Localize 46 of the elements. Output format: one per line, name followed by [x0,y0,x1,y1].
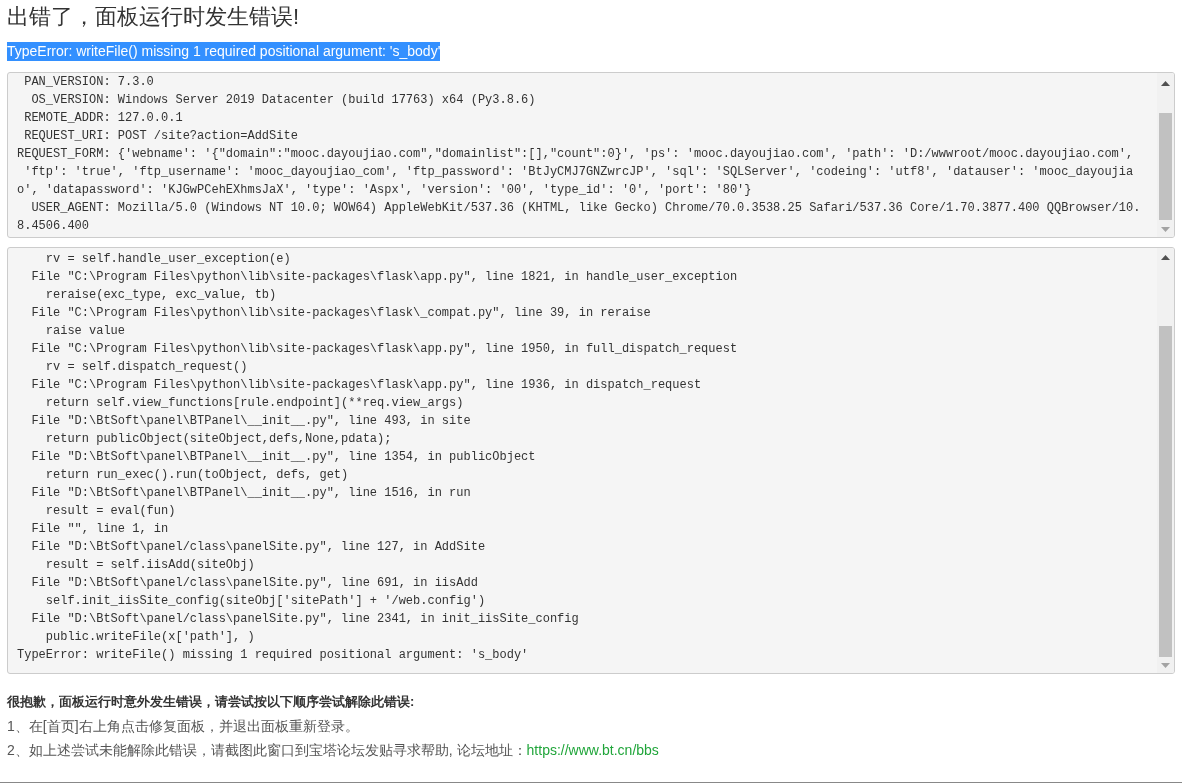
scroll-down-icon[interactable] [1161,227,1170,233]
code-line: OS_VERSION: Windows Server 2019 Datacenter (build 17763) x64 (Py3.8.6) [30,92,536,109]
code-line: return publicObject(siteObject,defs,None,pdata); [44,431,392,448]
code-line: File "C:\Program Files\python\lib\site-packages\flask\_compat.py", line 39, in reraise [30,305,651,322]
forum-link[interactable]: https://www.bt.cn/bbs [526,741,659,759]
code-line: File "D:\BtSoft\panel\BTPanel\__init__.py", line 1354, in publicObject [30,449,536,466]
help-step: 2、如上述尝试未能解除此错误，请截图此窗口到宝塔论坛发贴寻求帮助, 论坛地址： [7,741,527,759]
code-line: File "", line 1, in [30,521,169,538]
scroll-down-icon[interactable] [1161,663,1170,669]
code-line: result = eval(fun) [44,503,176,520]
code-line: result = self.iisAdd(siteObj) [44,557,255,574]
code-line: File "D:\BtSoft\panel/class\panelSite.py", line 2341, in init_iisSite_config [30,611,579,628]
code-line: return run_exec().run(toObject, defs, get) [44,467,349,484]
code-line: raise value [44,323,126,340]
code-line: rv = self.handle_user_exception(e) [44,251,291,268]
code-line: self.init_iisSite_config(siteObj['sitePath'] + '/web.config') [44,593,486,610]
code-line: rv = self.dispatch_request() [44,359,248,376]
scrollbar[interactable] [1157,73,1174,237]
code-line: File "C:\Program Files\python\lib\site-packages\flask\app.py", line 1950, in full_dispatch_request [30,341,738,358]
code-line: File "D:\BtSoft\panel\BTPanel\__init__.py", line 1516, in run [30,485,471,502]
scrollbar-thumb[interactable] [1159,326,1172,657]
code-line: File "C:\Program Files\python\lib\site-packages\flask\app.py", line 1821, in handle_user_exception [30,269,738,286]
code-line: TypeError: writeFile() missing 1 required positional argument: 's_body' [17,647,529,664]
scroll-up-icon[interactable] [1161,81,1170,87]
code-line: o', 'datapassword': 'KJGwPCehEXhmsJaX', 'type': 'Aspx', 'version': '00', 'type_id': '0', 'port': '80'} [17,182,752,199]
code-line: 'ftp': 'true', 'ftp_username': 'mooc_dayoujiao_com', 'ftp_password': 'BtJyCMJ7GNZwrcJP', 'sql': 'SQLServer', 'codeing': 'utf8', 'datauser': 'mooc_dayoujia [23,164,1134,181]
scroll-up-icon[interactable] [1161,255,1170,261]
code-line: 8.4506.400 [17,218,89,235]
code-line: File "D:\BtSoft\panel/class\panelSite.py", line 127, in AddSite [30,539,486,556]
code-line: File "D:\BtSoft\panel/class\panelSite.py", line 691, in iisAdd [30,575,478,592]
help-heading: 很抱歉，面板运行时意外发生错误，请尝试按以下顺序尝试解除此错误: [7,693,415,711]
code-line: REMOTE_ADDR: 127.0.0.1 [23,110,183,127]
code-line: File "D:\BtSoft\panel\BTPanel\__init__.py", line 493, in site [30,413,471,430]
code-line: USER_AGENT: Mozilla/5.0 (Windows NT 10.0; WOW64) AppleWebKit/537.36 (KHTML, like Gecko) Chrome/70.0.3538.25 Safari/537.36 Core/1.70.3877.400 QQBrowser/10. [30,200,1141,217]
code-line: REQUEST_FORM: {'webname': '{"domain":"mooc.dayoujiao.com","domainlist":[],"count":0}', 'ps': 'mooc.dayoujiao.com', 'path': 'D:/wwwroot/mooc.dayoujiao.com', [17,146,1134,163]
code-line: PAN_VERSION: 7.3.0 [23,74,154,91]
code-line: public.writeFile(x['path'], ) [44,629,255,646]
page-title: 出错了，面板运行时发生错误! [6,3,301,31]
scrollbar-thumb[interactable] [1159,113,1172,220]
code-line: reraise(exc_type, exc_value, tb) [44,287,277,304]
error-message: TypeError: writeFile() missing 1 required positional argument: 's_body' [7,42,441,61]
help-step: 1、在[首页]右上角点击修复面板，并退出面板重新登录。 [7,717,359,735]
scrollbar[interactable] [1157,248,1174,673]
code-line: REQUEST_URI: POST /site?action=AddSite [23,128,298,145]
code-line: return self.view_functions[rule.endpoint](**req.view_args) [44,395,464,412]
code-line: File "C:\Program Files\python\lib\site-packages\flask\app.py", line 1936, in dispatch_request [30,377,702,394]
